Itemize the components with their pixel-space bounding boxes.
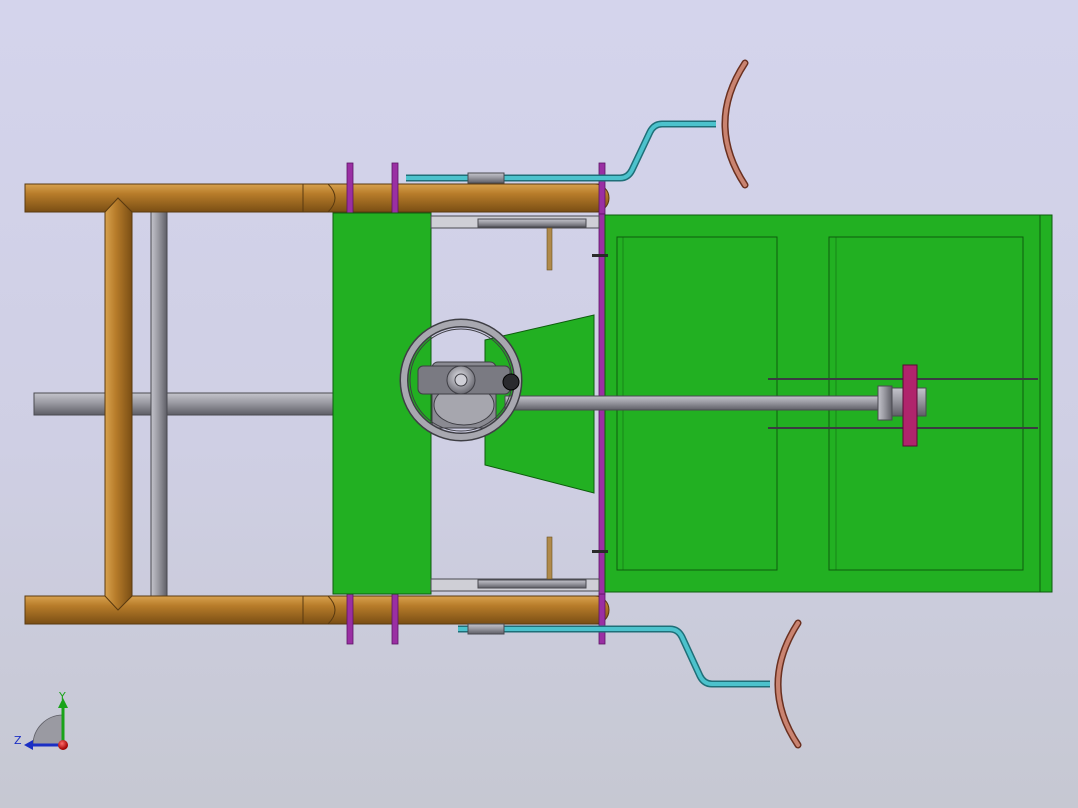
- grip-arc-upper: [721, 59, 749, 189]
- drive-shaft-left: [33, 392, 335, 416]
- axis-y-label: Y: [58, 690, 66, 703]
- slide-rail-top: [430, 215, 600, 229]
- frame-crossmember: [104, 197, 133, 611]
- slide-rail-bottom: [430, 578, 600, 592]
- shaft-coupling: [902, 364, 918, 447]
- handle-pipe-upper: [406, 120, 716, 184]
- handle-pipe-lower: [458, 623, 770, 688]
- axis-z-label: Z: [14, 734, 22, 747]
- stiffener-bar-vertical: [150, 185, 168, 597]
- cad-viewport[interactable]: Y Z: [0, 0, 1078, 808]
- grip-arc-lower: [774, 619, 802, 749]
- axis-triad: Y Z: [14, 690, 68, 750]
- cad-top-view-drawing[interactable]: Y Z: [0, 0, 1078, 808]
